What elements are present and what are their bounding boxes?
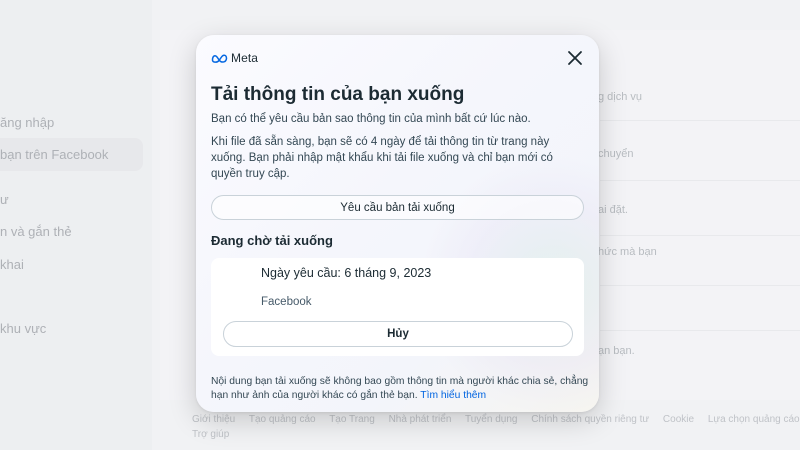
cancel-request-button[interactable]: Hủy [223,321,573,347]
close-button[interactable] [565,48,585,68]
dialog-footnote: Nội dung bạn tải xuống sẽ không bao gồm … [211,375,589,403]
footnote-text: Nội dung bạn tải xuống sẽ không bao gồm … [211,376,589,401]
request-download-button[interactable]: Yêu cầu bản tải xuống [211,195,584,220]
close-icon [568,51,582,65]
request-date: Ngày yêu cầu: 6 tháng 9, 2023 [261,266,432,280]
pending-download-card: Ngày yêu cầu: 6 tháng 9, 2023 Facebook H… [211,258,584,356]
dialog-description: Bạn có thể yêu cầu bản sao thông tin của… [211,113,531,125]
dialog-description-detail: Khi file đã sẵn sàng, bạn sẽ có 4 ngày đ… [211,136,553,180]
meta-logo-icon [211,54,228,63]
pending-downloads-heading: Đang chờ tải xuống [211,233,333,248]
meta-logo-text: Meta [231,51,259,65]
learn-more-link[interactable]: Tìm hiểu thêm [420,390,486,401]
dialog-title: Tải thông tin của bạn xuống [211,84,465,105]
download-source: Facebook [261,296,312,308]
download-info-dialog: Meta Tải thông tin của bạn xuống Bạn có … [196,35,599,412]
meta-brand: Meta [211,51,258,65]
